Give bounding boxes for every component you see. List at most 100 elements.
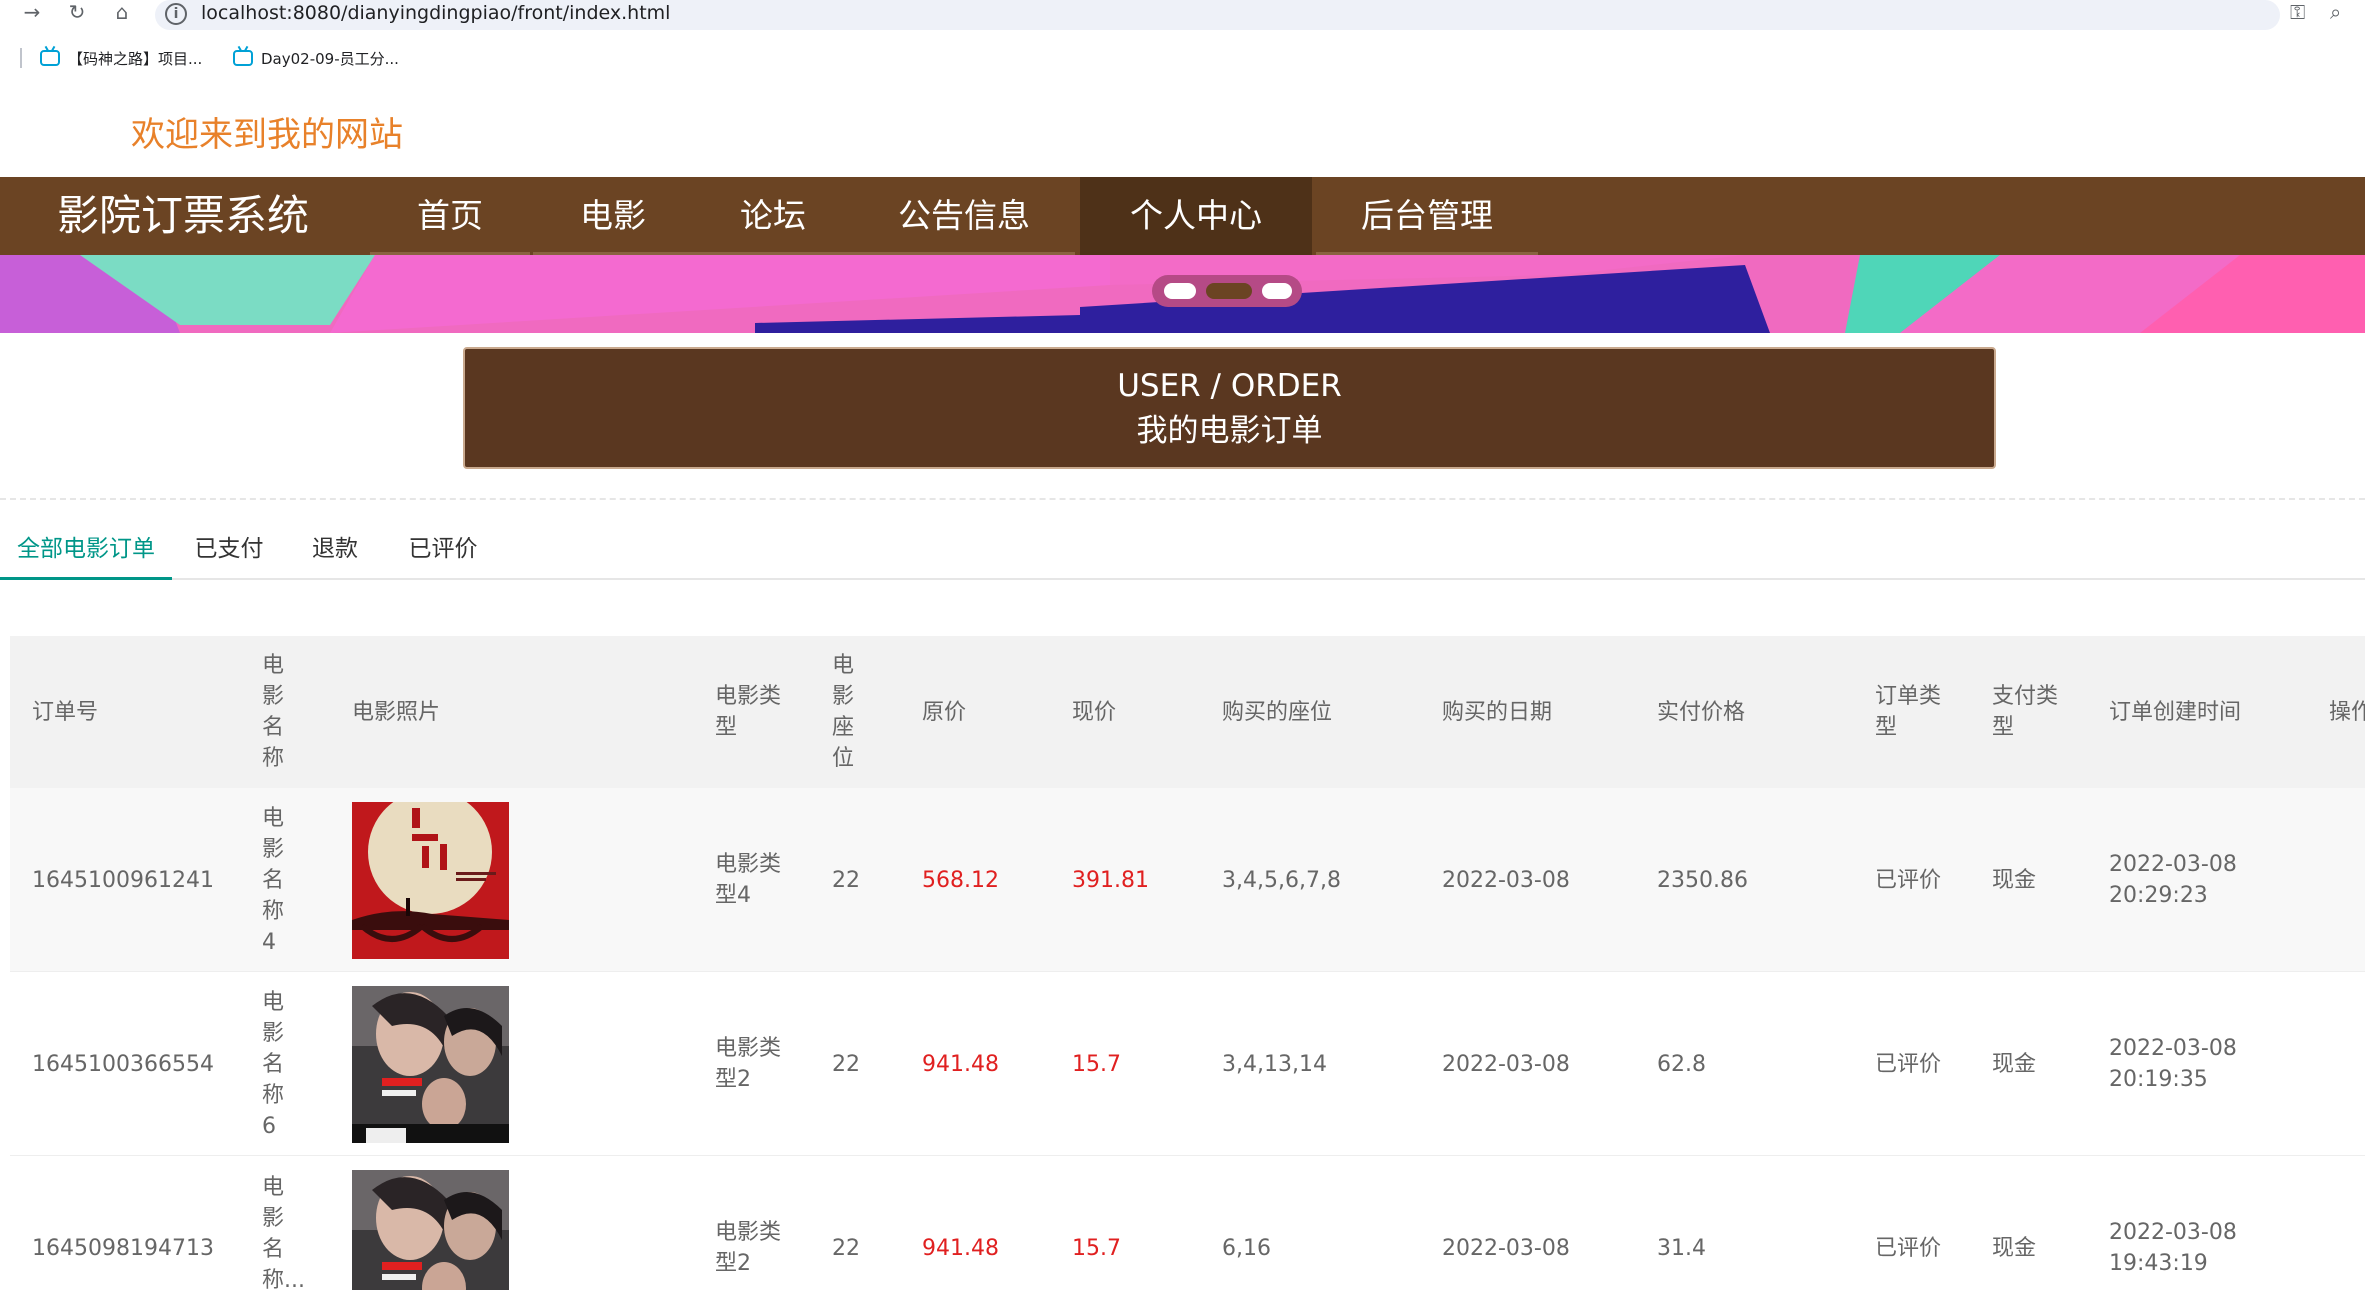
cell-seats: 6,16 bbox=[1222, 1235, 1271, 1261]
cell-movie-name: 电影名称4 bbox=[262, 805, 285, 955]
cell-original-price: 941.48 bbox=[922, 1235, 999, 1261]
cell-order-no: 1645100366554 bbox=[32, 1051, 214, 1077]
carousel-dot[interactable] bbox=[1164, 283, 1196, 299]
col-header: 购买的日期 bbox=[1442, 699, 1553, 725]
movie-poster-image bbox=[352, 802, 509, 959]
nav-item-notices[interactable]: 公告信息 bbox=[853, 177, 1075, 255]
tab-label: 已评价 bbox=[408, 536, 478, 562]
col-header: 订单号 bbox=[32, 699, 99, 725]
bookmark-item[interactable]: 【码神之路】项目... bbox=[40, 40, 202, 76]
nav-item-personal-center[interactable]: 个人中心 bbox=[1080, 177, 1312, 255]
cell-order-no: 1645100961241 bbox=[32, 867, 214, 893]
bookmark-label: Day02-09-员工分... bbox=[261, 49, 399, 68]
cell-created-time: 2022-03-08 20:29:23 bbox=[2109, 852, 2237, 908]
bilibili-icon bbox=[40, 50, 60, 66]
cell-movie-type: 电影类型4 bbox=[715, 852, 782, 908]
cell-movie-type: 电影类型2 bbox=[715, 1220, 782, 1276]
col-header: 电影类型 bbox=[715, 684, 782, 740]
nav-label: 个人中心 bbox=[1130, 196, 1262, 235]
nav-label: 论坛 bbox=[740, 196, 806, 235]
section-title-cn: 我的电影订单 bbox=[1136, 413, 1323, 449]
carousel-indicator bbox=[1152, 275, 1302, 307]
cell-seat-count: 22 bbox=[832, 1051, 860, 1077]
nav-item-admin[interactable]: 后台管理 bbox=[1316, 177, 1538, 255]
section-title-box: USER / ORDER 我的电影订单 bbox=[463, 347, 1996, 469]
tab-reviewed[interactable]: 已评价 bbox=[398, 526, 488, 580]
col-header: 电影照片 bbox=[352, 699, 441, 725]
cell-created-time: 2022-03-08 19:43:19 bbox=[2109, 1220, 2237, 1276]
tab-refund[interactable]: 退款 bbox=[296, 526, 374, 580]
cell-date: 2022-03-08 bbox=[1442, 1051, 1570, 1077]
nav-item-home[interactable]: 首页 bbox=[370, 177, 530, 255]
table-header: 订单号 电影名称 电影照片 电影类型 电影座位 原价 现价 购买的座位 购买的日… bbox=[10, 636, 2365, 788]
movie-poster-image bbox=[352, 1170, 509, 1290]
forward-icon[interactable]: → bbox=[17, 0, 47, 24]
bookmark-item[interactable]: Day02-09-员工分... bbox=[233, 40, 399, 76]
zoom-icon[interactable]: ⌕ bbox=[2330, 0, 2341, 24]
address-bar[interactable]: i localhost:8080/dianyingdingpiao/front/… bbox=[155, 0, 2280, 30]
cell-date: 2022-03-08 bbox=[1442, 867, 1570, 893]
bookmark-divider bbox=[20, 48, 22, 68]
nav-label: 公告信息 bbox=[898, 196, 1030, 235]
cell-original-price: 941.48 bbox=[922, 1051, 999, 1077]
cell-movie-name: 电影名称6 bbox=[262, 989, 285, 1139]
tab-all-orders[interactable]: 全部电影订单 bbox=[0, 526, 172, 580]
reload-icon[interactable]: ↻ bbox=[62, 0, 92, 24]
cell-paid-price: 62.8 bbox=[1657, 1051, 1706, 1077]
main-navbar: 影院订票系统 首页 电影 论坛 公告信息 个人中心 后台管理 bbox=[0, 177, 2365, 255]
cell-seat-count: 22 bbox=[832, 867, 860, 893]
col-header: 电影座位 bbox=[832, 653, 855, 771]
browser-address-row: → ↻ ⌂ i localhost:8080/dianyingdingpiao/… bbox=[0, 0, 2365, 30]
cell-movie-name: 电影名称... bbox=[262, 1175, 305, 1290]
cell-created-time: 2022-03-08 20:19:35 bbox=[2109, 1036, 2237, 1092]
col-header: 操作 bbox=[2329, 699, 2365, 725]
tab-label: 已支付 bbox=[194, 536, 264, 562]
nav-item-forum[interactable]: 论坛 bbox=[693, 177, 853, 255]
cell-order-type: 已评价 bbox=[1875, 1235, 1942, 1261]
cell-order-type: 已评价 bbox=[1875, 1051, 1942, 1077]
cell-current-price: 15.7 bbox=[1072, 1235, 1121, 1261]
tab-paid[interactable]: 已支付 bbox=[178, 526, 280, 580]
col-header: 原价 bbox=[922, 699, 967, 725]
carousel-dot[interactable] bbox=[1262, 283, 1292, 299]
movie-poster-image bbox=[352, 986, 509, 1143]
section-divider bbox=[0, 498, 2365, 500]
url-text[interactable]: localhost:8080/dianyingdingpiao/front/in… bbox=[201, 1, 670, 25]
nav-label: 电影 bbox=[580, 196, 646, 235]
tab-label: 退款 bbox=[312, 536, 358, 562]
site-info-icon[interactable]: i bbox=[165, 3, 187, 25]
nav-label: 首页 bbox=[417, 196, 483, 235]
col-header: 实付价格 bbox=[1657, 699, 1746, 725]
col-header: 订单类型 bbox=[1875, 684, 1942, 740]
col-header: 支付类型 bbox=[1992, 684, 2059, 740]
cell-movie-type: 电影类型2 bbox=[715, 1036, 782, 1092]
orders-table: 订单号 电影名称 电影照片 电影类型 电影座位 原价 现价 购买的座位 购买的日… bbox=[10, 636, 2365, 1290]
cell-seats: 3,4,13,14 bbox=[1222, 1051, 1327, 1077]
section-title-en: USER / ORDER bbox=[1117, 368, 1342, 404]
site-title: 影院订票系统 bbox=[57, 191, 310, 240]
bilibili-icon bbox=[233, 50, 253, 66]
carousel-dot-active[interactable] bbox=[1206, 283, 1252, 299]
col-header: 订单创建时间 bbox=[2109, 699, 2242, 725]
cell-pay-type: 现金 bbox=[1992, 867, 2037, 893]
cell-current-price: 15.7 bbox=[1072, 1051, 1121, 1077]
cell-order-no: 1645098194713 bbox=[32, 1235, 214, 1261]
banner-carousel[interactable] bbox=[0, 255, 2365, 333]
cell-paid-price: 2350.86 bbox=[1657, 867, 1748, 893]
cell-pay-type: 现金 bbox=[1992, 1235, 2037, 1261]
table-row: 1645100961241 电影名称4 电影类型4 22 568.12 391.… bbox=[10, 788, 2365, 972]
cell-order-type: 已评价 bbox=[1875, 867, 1942, 893]
cell-seat-count: 22 bbox=[832, 1235, 860, 1261]
cell-date: 2022-03-08 bbox=[1442, 1235, 1570, 1261]
home-icon[interactable]: ⌂ bbox=[107, 0, 137, 24]
table-row: 1645100366554 电影名称6 电影类型2 22 941.48 15.7… bbox=[10, 972, 2365, 1156]
cell-paid-price: 31.4 bbox=[1657, 1235, 1706, 1261]
welcome-text: 欢迎来到我的网站 bbox=[131, 115, 403, 155]
cell-current-price: 391.81 bbox=[1072, 867, 1149, 893]
password-key-icon[interactable]: ⚿ bbox=[2290, 0, 2305, 24]
cell-pay-type: 现金 bbox=[1992, 1051, 2037, 1077]
col-header: 购买的座位 bbox=[1222, 699, 1333, 725]
bookmarks-bar: 【码神之路】项目... Day02-09-员工分... bbox=[0, 40, 2365, 76]
nav-item-movies[interactable]: 电影 bbox=[533, 177, 693, 255]
tab-label: 全部电影订单 bbox=[17, 536, 155, 562]
